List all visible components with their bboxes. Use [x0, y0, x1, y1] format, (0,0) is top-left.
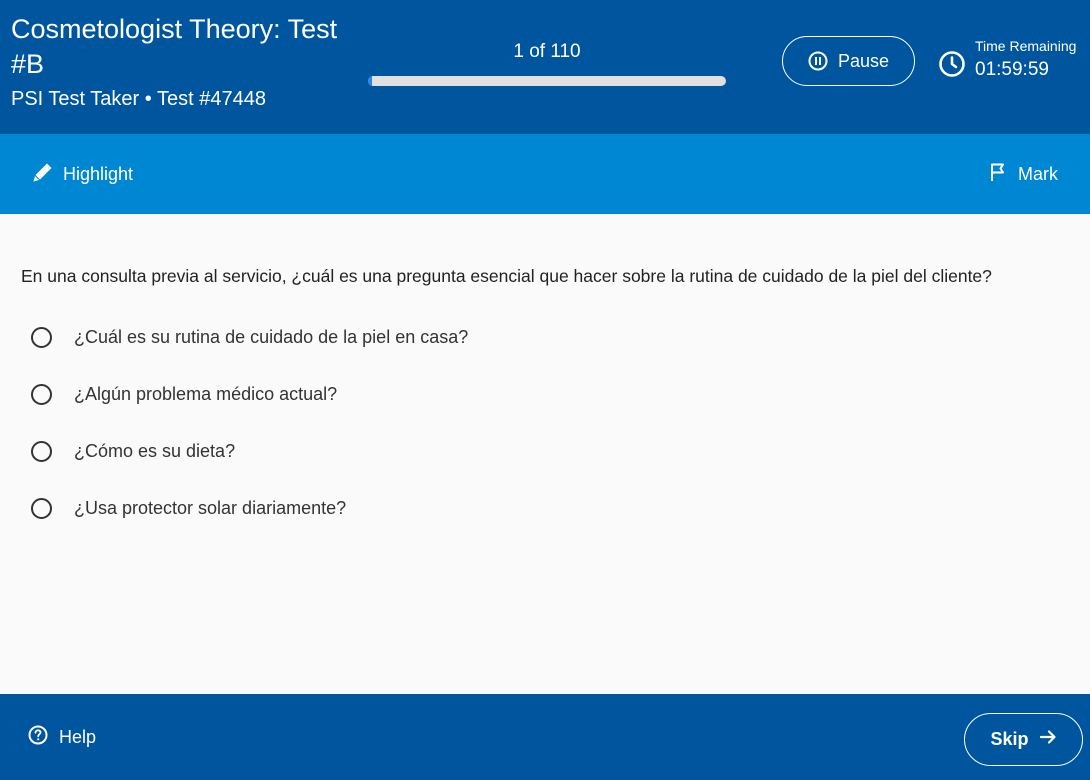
exam-header: Cosmetologist Theory: Test #B PSI Test T… — [0, 0, 1090, 134]
answer-option[interactable]: ¿Cómo es su dieta? — [31, 438, 468, 464]
question-text: En una consulta previa al servicio, ¿cuá… — [21, 266, 992, 286]
highlight-button-label: Highlight — [63, 163, 134, 184]
mark-button[interactable]: Mark — [989, 134, 1058, 214]
radio-button[interactable] — [31, 497, 52, 519]
question-circle-icon — [28, 725, 48, 750]
timer-label: Time Remaining — [975, 38, 1077, 54]
answer-option-label: ¿Algún problema médico actual? — [74, 384, 338, 404]
help-button[interactable]: Help — [28, 694, 96, 780]
time-remaining: Time Remaining 01:59:59 — [938, 38, 1076, 83]
arrow-right-icon — [1039, 728, 1057, 751]
answer-option-label: ¿Cómo es su dieta? — [74, 441, 236, 461]
answer-option[interactable]: ¿Usa protector solar diariamente? — [31, 495, 468, 521]
question-area: En una consulta previa al servicio, ¿cuá… — [0, 214, 1090, 694]
highlight-button[interactable]: Highlight — [32, 134, 133, 214]
exam-subtitle: PSI Test Taker • Test #47448 — [11, 88, 266, 110]
pause-button-label: Pause — [837, 50, 890, 71]
timer-value: 01:59:59 — [975, 59, 1049, 80]
clock-icon — [938, 50, 966, 83]
exam-title: Cosmetologist Theory: Test #B — [11, 14, 338, 79]
question-progress: 1 of 110 — [368, 40, 726, 86]
progress-counter: 1 of 110 — [513, 41, 581, 62]
answer-option[interactable]: ¿Cuál es su rutina de cuidado de la piel… — [31, 324, 468, 350]
progress-bar-fill — [368, 76, 372, 86]
mark-button-label: Mark — [1018, 163, 1058, 184]
answer-option[interactable]: ¿Algún problema médico actual? — [31, 381, 468, 407]
answer-options: ¿Cuál es su rutina de cuidado de la piel… — [31, 324, 468, 552]
answer-option-label: ¿Usa protector solar diariamente? — [74, 498, 347, 518]
skip-button[interactable]: Skip — [964, 713, 1083, 766]
pause-circle-icon — [808, 51, 828, 71]
help-button-label: Help — [59, 726, 97, 747]
radio-button[interactable] — [31, 326, 52, 348]
radio-button[interactable] — [31, 383, 52, 405]
flag-icon — [989, 162, 1009, 187]
exam-footer: Help Skip — [0, 694, 1090, 780]
progress-bar — [368, 76, 726, 86]
pause-button[interactable]: Pause — [782, 36, 915, 86]
skip-button-label: Skip — [990, 729, 1029, 749]
question-toolbar: Highlight Mark — [0, 134, 1090, 214]
radio-button[interactable] — [31, 440, 52, 462]
pencil-icon — [32, 161, 54, 188]
answer-option-label: ¿Cuál es su rutina de cuidado de la piel… — [74, 327, 469, 347]
